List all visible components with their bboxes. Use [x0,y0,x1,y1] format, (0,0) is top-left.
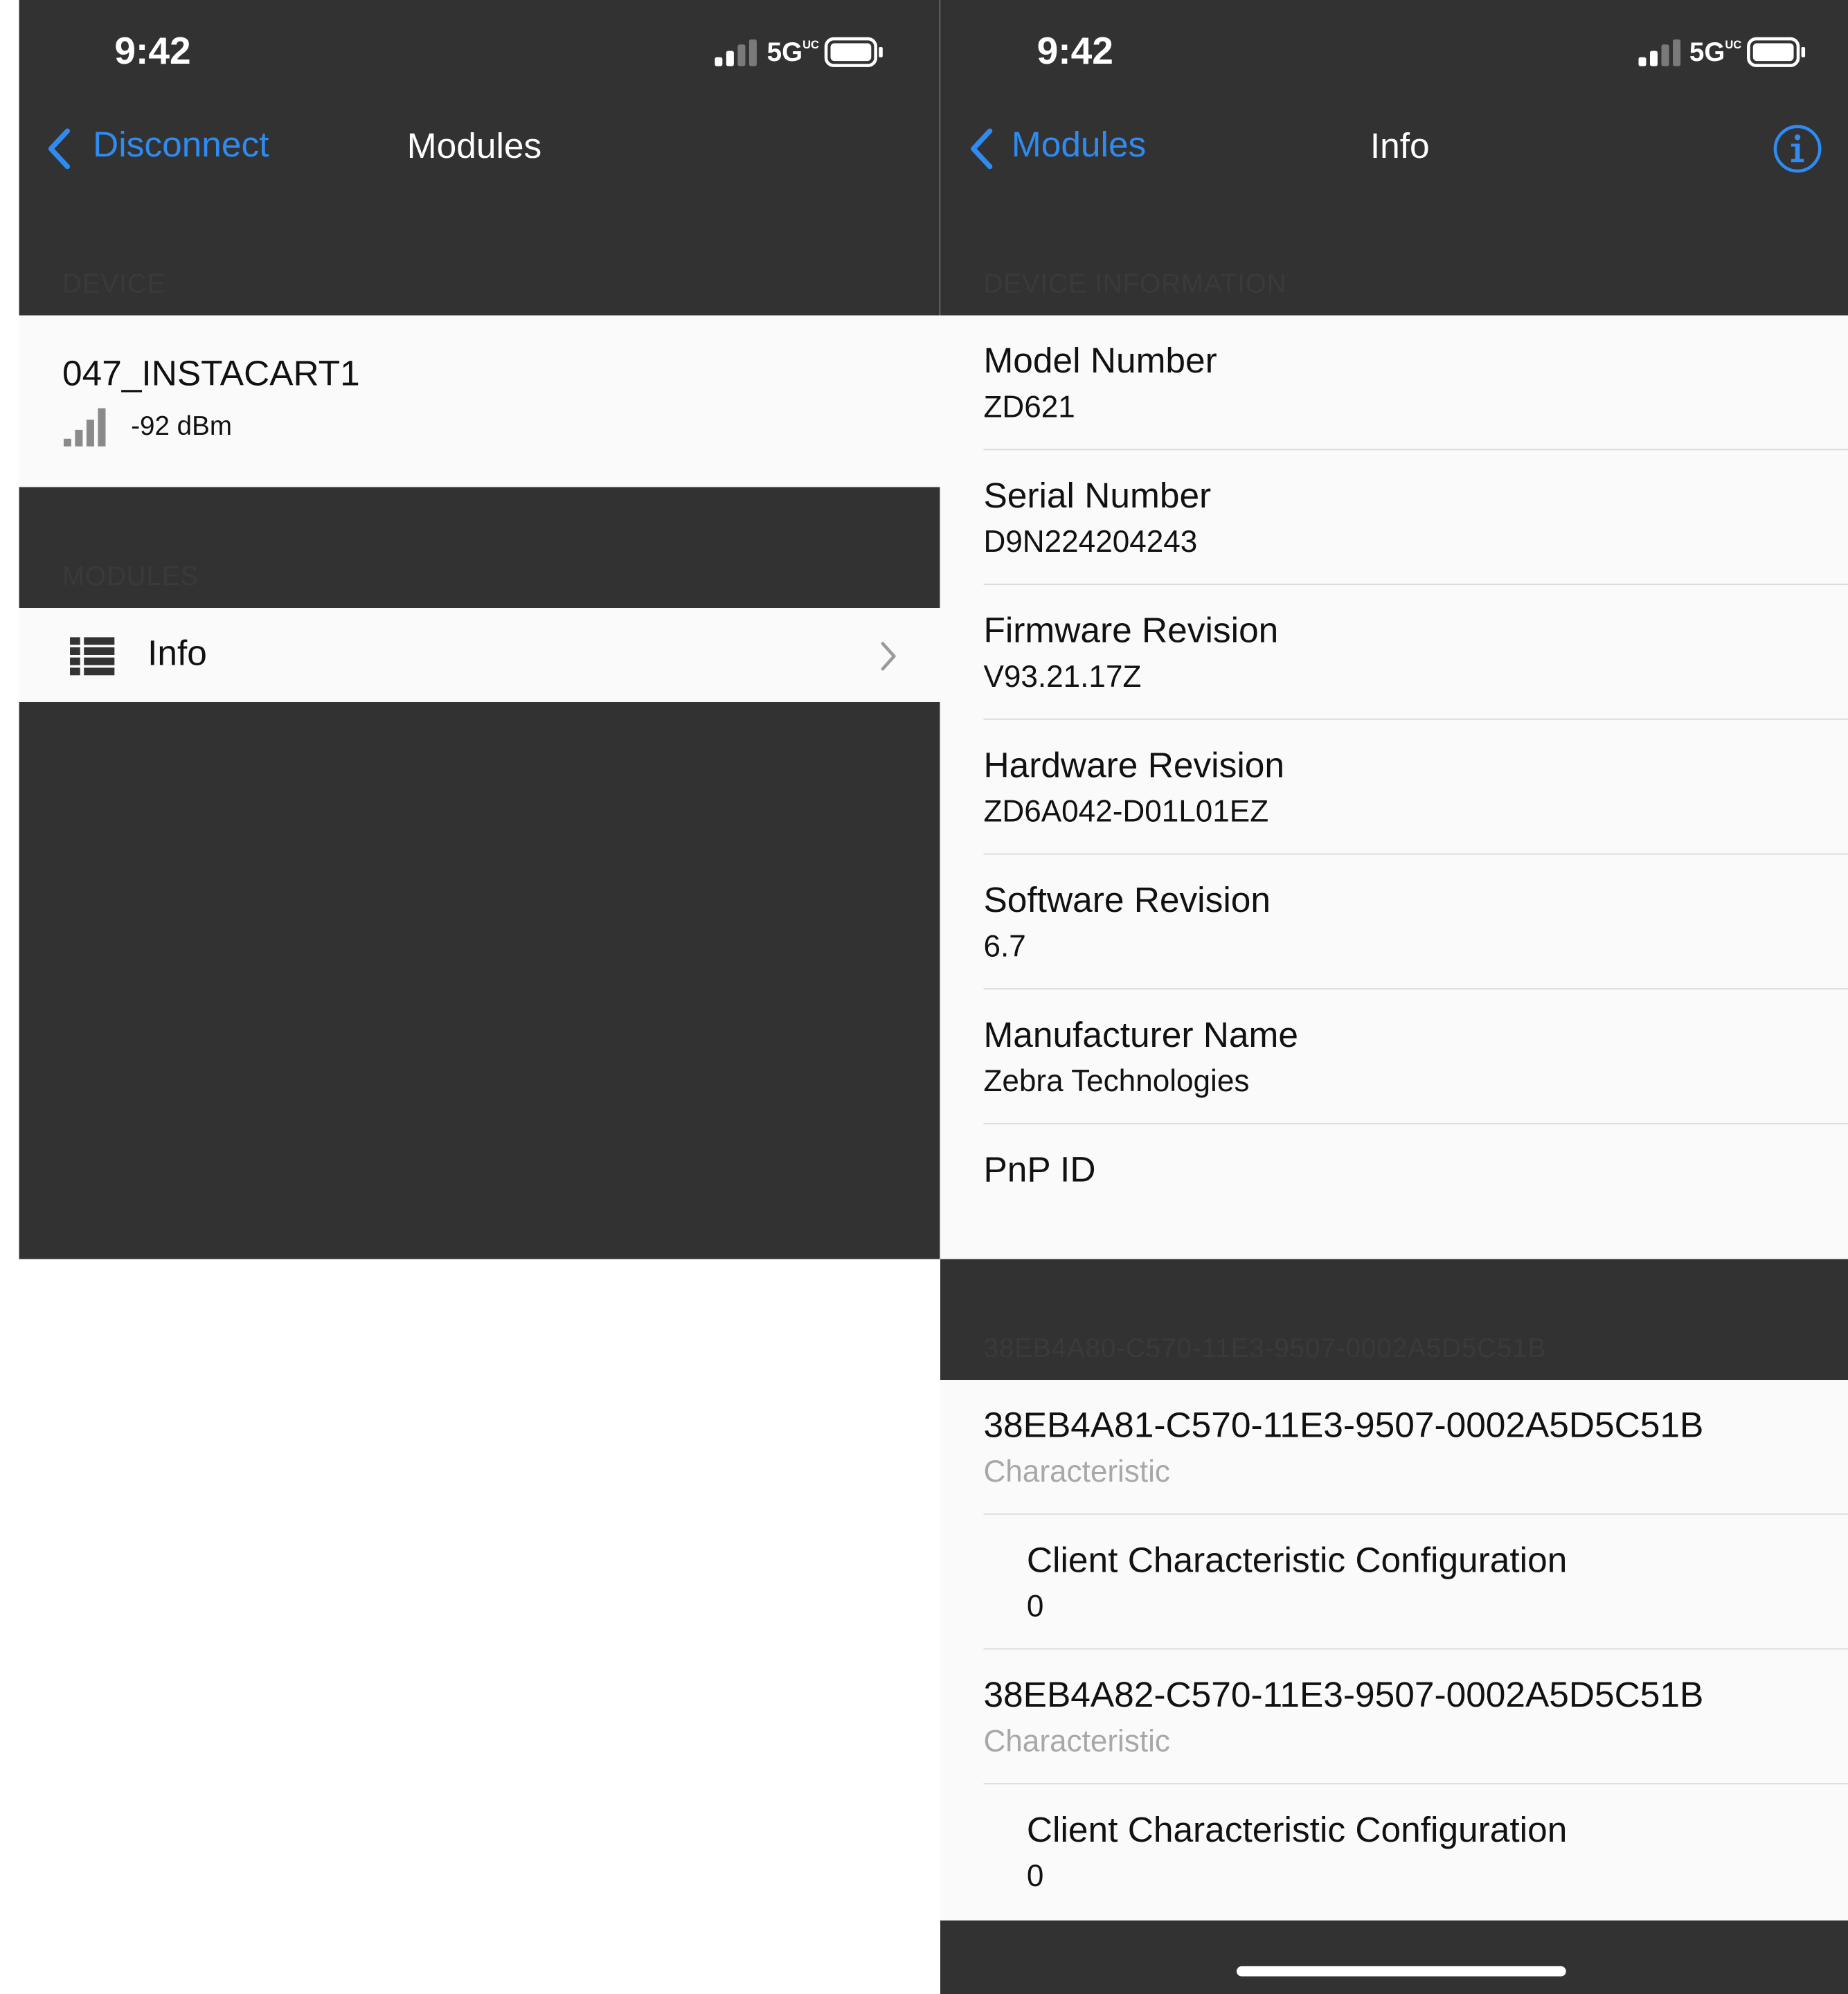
chevron-left-icon [48,128,71,170]
network-type-label: 5G [1689,38,1725,68]
service-section: 38EB4A80-C570-11E3-9507-0002A5D5C51B [940,1259,1848,1381]
network-subtype-label: UC [802,38,819,51]
characteristic-uuid: 38EB4A81-C570-11E3-9507-0002A5D5C51B [983,1405,1703,1445]
info-row-serial-number: Serial Number D9N224204243 [940,450,1848,585]
bottom-bar [940,1920,1848,1994]
characteristic-kind: Characteristic [983,1455,1170,1490]
device-information-header: DEVICE INFORMATION [983,269,1286,299]
info-row-software-revision: Software Revision 6.7 [940,854,1848,989]
cellular-signal-icon [1638,39,1680,66]
modules-section: MODULES [19,487,940,609]
status-time: 9:42 [114,30,191,73]
device-row[interactable]: 047_INSTACART1 -92 dBm [19,315,940,487]
status-time: 9:42 [1037,30,1113,73]
network-type-label: 5G [766,38,803,68]
modules-back-button[interactable]: Modules [965,122,1169,178]
info-row-model-number: Model Number ZD621 [940,316,1848,451]
battery-icon [1746,37,1805,67]
chevron-left-icon [970,128,992,170]
modules-screen: 9:42 5G UC Disconnect Modules DEVICE 047… [0,0,940,1994]
characteristics-list: 38EB4A81-C570-11E3-9507-0002A5D5C51B Cha… [940,1380,1848,1921]
characteristic-row[interactable]: 38EB4A81-C570-11E3-9507-0002A5D5C51B Cha… [940,1380,1848,1515]
info-screen: 9:42 5G UC Modules Info DEVICE INFORMATI… [940,0,1848,1994]
disconnect-button[interactable]: Disconnect [43,122,297,178]
device-name: 047_INSTACART1 [62,353,360,393]
info-row-hardware-revision: Hardware Revision ZD6A042-D01L01EZ [940,720,1848,855]
signal-strength-icon [63,408,106,447]
info-value: Zebra Technologies [983,1064,1249,1099]
info-row-pnp-id: PnP ID [940,1124,1848,1259]
battery-icon [824,37,883,67]
modules-back-label: Modules [1011,125,1146,164]
info-label: Software Revision [983,880,1271,920]
module-row-info[interactable]: Info [19,608,940,702]
device-section-header: DEVICE [62,269,166,299]
page-title: Modules [406,125,542,165]
chevron-right-icon [881,642,896,671]
modules-section-header: MODULES [62,562,199,592]
info-value: V93.21.17Z [983,660,1141,694]
cellular-signal-icon [715,39,757,66]
descriptor-value: 0 [1026,1590,1043,1624]
info-label: Manufacturer Name [983,1014,1298,1054]
service-uuid-header: 38EB4A80-C570-11E3-9507-0002A5D5C51B [983,1333,1546,1364]
characteristic-row[interactable]: 38EB4A82-C570-11E3-9507-0002A5D5C51B Cha… [940,1649,1848,1784]
info-value: ZD6A042-D01L01EZ [983,795,1268,829]
descriptor-row[interactable]: Client Characteristic Configuration 0 [940,1515,1848,1650]
empty-area [19,701,940,1259]
descriptor-label: Client Characteristic Configuration [1026,1809,1567,1849]
info-label: Hardware Revision [983,745,1284,785]
home-indicator[interactable] [1236,1966,1566,1977]
list-icon [70,637,115,676]
disconnect-label: Disconnect [93,125,269,164]
info-value: ZD621 [983,390,1075,425]
network-subtype-label: UC [1724,38,1741,51]
device-rssi: -92 dBm [131,412,233,442]
characteristic-uuid: 38EB4A82-C570-11E3-9507-0002A5D5C51B [983,1675,1703,1715]
descriptor-label: Client Characteristic Configuration [1026,1540,1567,1580]
device-information-list: Model Number ZD621 Serial Number D9N2242… [940,315,1848,1259]
info-icon[interactable] [1772,123,1822,174]
info-row-firmware-revision: Firmware Revision V93.21.17Z [940,585,1848,720]
characteristic-kind: Characteristic [983,1724,1170,1759]
module-label: Info [147,633,207,673]
info-label: Serial Number [983,476,1211,515]
info-value: 6.7 [983,929,1026,964]
descriptor-row[interactable]: Client Characteristic Configuration 0 [940,1784,1848,1919]
info-row-manufacturer-name: Manufacturer Name Zebra Technologies [940,989,1848,1124]
info-label: Model Number [983,341,1217,381]
info-label: PnP ID [983,1149,1095,1189]
info-label: Firmware Revision [983,610,1278,650]
descriptor-value: 0 [1026,1859,1043,1894]
page-title: Info [1370,125,1430,165]
info-value: D9N224204243 [983,525,1197,560]
